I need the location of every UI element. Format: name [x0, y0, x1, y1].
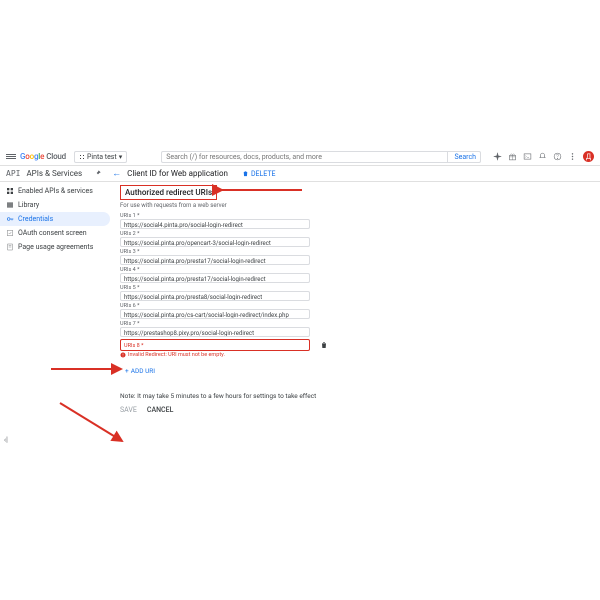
- uri-input[interactable]: https://prestashop8.pixy.pro/social-logi…: [120, 327, 310, 337]
- search-bar[interactable]: Search: [161, 151, 481, 163]
- avatar[interactable]: Д: [583, 151, 594, 162]
- header-icons: Д: [493, 151, 594, 162]
- search-input[interactable]: [162, 153, 447, 161]
- back-arrow-icon[interactable]: ←: [112, 168, 121, 179]
- project-name: Pinta test: [87, 153, 117, 161]
- body: Enabled APIs & services Library Credenti…: [0, 182, 600, 420]
- search-button[interactable]: Search: [447, 152, 480, 162]
- uri-input[interactable]: https://social.pinta.pro/cs-cart/social-…: [120, 309, 310, 319]
- uri-field: URIs 6 *https://social.pinta.pro/cs-cart…: [120, 303, 310, 319]
- uri-field: URIs 5 *https://social.pinta.pro/presta8…: [120, 285, 310, 301]
- cancel-button[interactable]: CANCEL: [147, 406, 173, 414]
- section-bar: API APIs & Services ← Client ID for Web …: [0, 166, 600, 182]
- uri-input[interactable]: https://social.pinta.pro/presta17/social…: [120, 273, 310, 283]
- caret-down-icon: ▾: [119, 153, 123, 161]
- page-title: Client ID for Web application: [127, 169, 228, 178]
- button-row: SAVE CANCEL: [120, 406, 594, 414]
- uri-input[interactable]: https://social.pinta.pro/opencart-3/soci…: [120, 237, 310, 247]
- sidebar-item-library[interactable]: Library: [0, 198, 110, 212]
- uri-error-message: Invalid Redirect: URI must not be empty.: [120, 352, 594, 358]
- grid-icon: [6, 187, 14, 195]
- sidebar-item-page-usage[interactable]: Page usage agreements: [0, 240, 110, 254]
- bell-icon[interactable]: [538, 152, 547, 161]
- trash-icon: [320, 341, 328, 349]
- uri-field: URIs 4 *https://social.pinta.pro/presta1…: [120, 267, 310, 283]
- sidebar-item-label: OAuth consent screen: [18, 229, 87, 237]
- uri-field: URIs 2 *https://social.pinta.pro/opencar…: [120, 231, 310, 247]
- error-icon: [120, 352, 126, 358]
- uri-field: URIs 1 *https://social4.pinta.pro/social…: [120, 213, 310, 229]
- gemini-icon[interactable]: [493, 152, 502, 161]
- sidebar-collapse[interactable]: ‹|: [4, 436, 8, 444]
- uri-input-error[interactable]: URIs 8 *: [120, 339, 310, 351]
- delete-uri-button[interactable]: [320, 341, 328, 351]
- help-icon[interactable]: [553, 152, 562, 161]
- uri-field-error: URIs 8 * Invalid Redirect: URI must not …: [120, 339, 594, 358]
- key-icon: [6, 215, 14, 223]
- uri-input[interactable]: https://social4.pinta.pro/social-login-r…: [120, 219, 310, 229]
- uri-input[interactable]: https://social.pinta.pro/presta17/social…: [120, 255, 310, 265]
- heading-highlight-box: Authorized redirect URIs: [120, 185, 217, 200]
- sidebar-item-credentials[interactable]: Credentials: [0, 212, 110, 226]
- terminal-icon[interactable]: [523, 152, 532, 161]
- section-title: APIs & Services: [26, 169, 82, 178]
- sidebar: Enabled APIs & services Library Credenti…: [0, 182, 110, 420]
- hamburger-icon[interactable]: [6, 154, 16, 159]
- project-icon: [79, 154, 85, 160]
- save-button[interactable]: SAVE: [120, 406, 137, 414]
- sidebar-item-enabled-apis[interactable]: Enabled APIs & services: [0, 184, 110, 198]
- gift-icon[interactable]: [508, 152, 517, 161]
- sidebar-item-oauth-consent[interactable]: OAuth consent screen: [0, 226, 110, 240]
- consent-icon: [6, 229, 14, 237]
- heading-subnote: For use with requests from a web server: [120, 202, 594, 209]
- delete-button[interactable]: DELETE: [242, 170, 276, 178]
- library-icon: [6, 201, 14, 209]
- settings-note: Note: It may take 5 minutes to a few hou…: [120, 392, 594, 400]
- uri-input[interactable]: https://social.pinta.pro/presta8/social-…: [120, 291, 310, 301]
- project-picker[interactable]: Pinta test ▾: [74, 151, 127, 163]
- add-uri-button[interactable]: + ADD URI: [120, 364, 160, 378]
- uri-field: URIs 3 *https://social.pinta.pro/presta1…: [120, 249, 310, 265]
- page-icon: [6, 243, 14, 251]
- sidebar-item-label: Library: [18, 201, 39, 209]
- sidebar-item-label: Page usage agreements: [18, 243, 93, 251]
- brand-logo[interactable]: GoogleCloud: [20, 152, 66, 161]
- sidebar-item-label: Credentials: [18, 215, 53, 223]
- uri-field: URIs 7 *https://prestashop8.pixy.pro/soc…: [120, 321, 310, 337]
- pin-icon[interactable]: [94, 169, 102, 179]
- header-bar: GoogleCloud Pinta test ▾ Search Д: [0, 148, 600, 166]
- main-content: Authorized redirect URIs For use with re…: [110, 182, 600, 420]
- plus-icon: +: [125, 367, 129, 375]
- uris-list: URIs 1 *https://social4.pinta.pro/social…: [120, 213, 310, 337]
- trash-icon: [242, 170, 249, 177]
- more-vert-icon[interactable]: [568, 152, 577, 161]
- api-logo: API: [6, 169, 20, 178]
- sidebar-item-label: Enabled APIs & services: [18, 187, 93, 195]
- section-heading: Authorized redirect URIs: [125, 188, 212, 197]
- uri-input-error-label: URIs 8 *: [124, 343, 143, 349]
